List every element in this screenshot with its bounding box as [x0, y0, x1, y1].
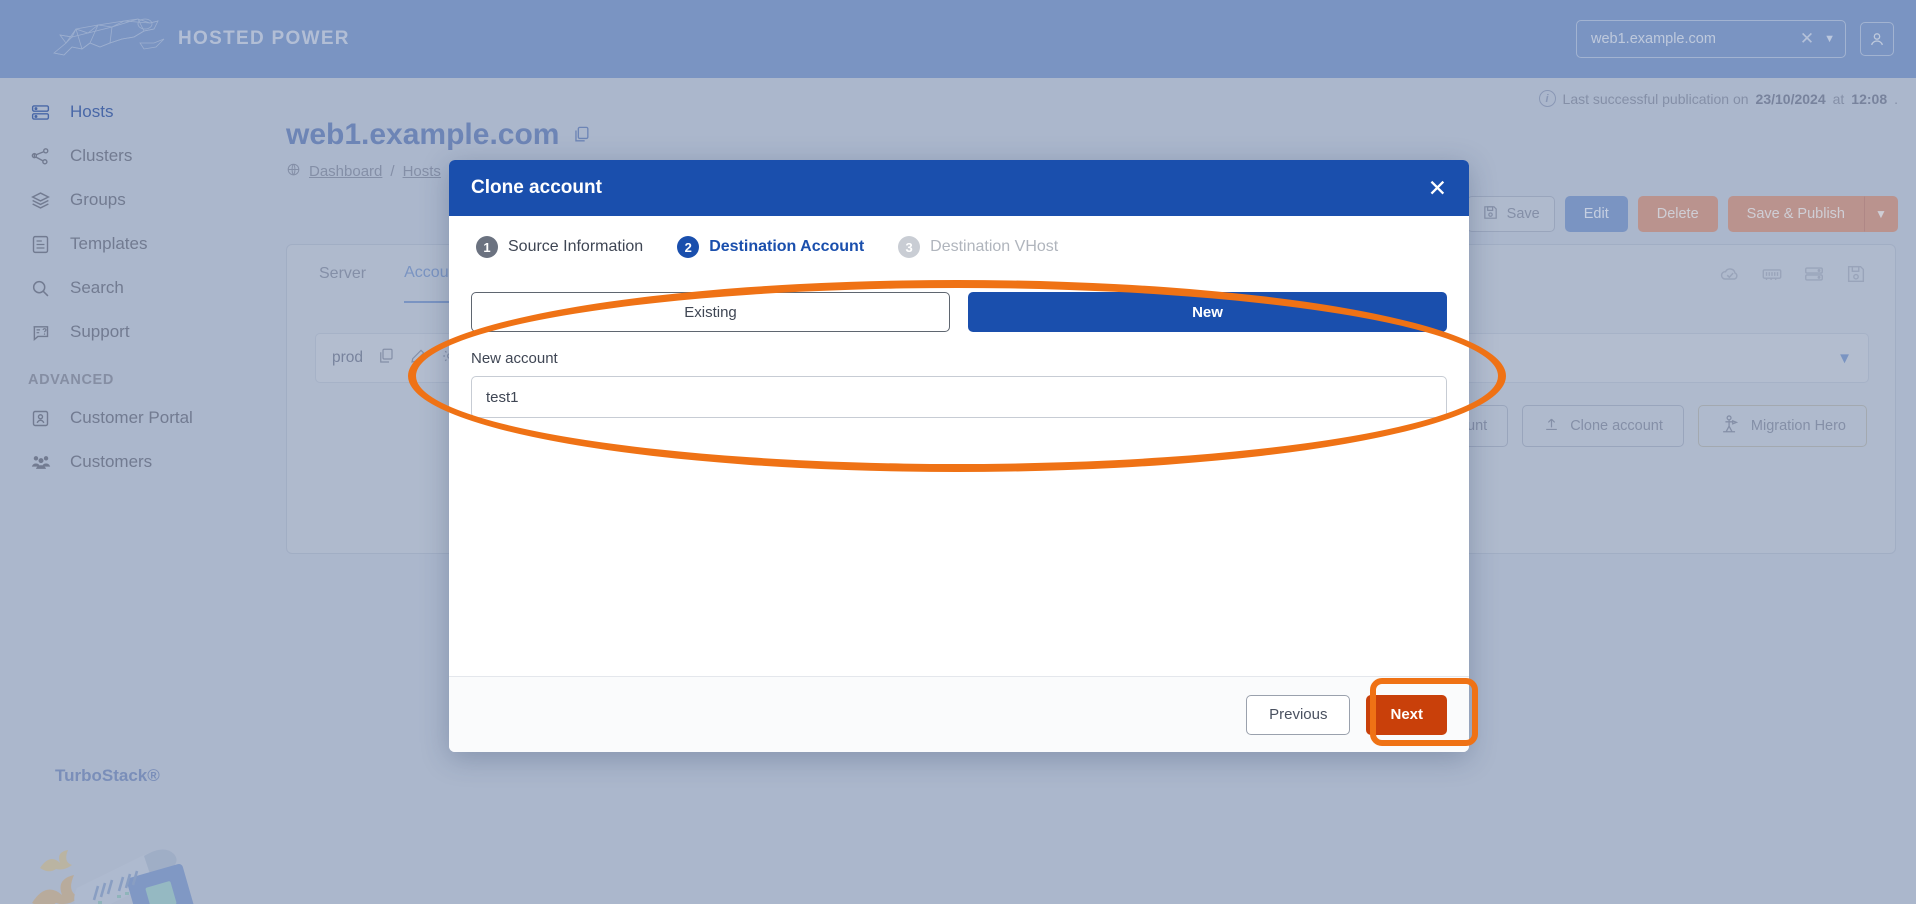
- step-label: Destination VHost: [930, 238, 1059, 255]
- toggle-new-button[interactable]: New: [968, 292, 1447, 332]
- step-source-information[interactable]: 1 Source Information: [476, 236, 643, 258]
- account-mode-toggle: Existing New: [471, 292, 1447, 332]
- step-label: Destination Account: [709, 238, 865, 255]
- step-number: 1: [476, 236, 498, 258]
- clone-account-modal: Clone account ✕ 1 Source Information 2 D…: [449, 160, 1469, 752]
- step-number: 2: [677, 236, 700, 258]
- previous-label: Previous: [1269, 706, 1328, 723]
- previous-button[interactable]: Previous: [1246, 694, 1351, 735]
- step-destination-account[interactable]: 2 Destination Account: [677, 236, 864, 258]
- app-root: HOSTED POWER web1.example.com ✕ ▼ Hosts …: [0, 0, 1916, 904]
- toggle-existing-label: Existing: [684, 303, 737, 321]
- close-icon[interactable]: ✕: [1428, 176, 1447, 200]
- modal-title: Clone account: [471, 177, 602, 198]
- next-label: Next: [1390, 706, 1423, 723]
- new-account-label: New account: [471, 350, 558, 367]
- modal-footer: Previous Next: [449, 676, 1469, 752]
- step-destination-vhost[interactable]: 3 Destination VHost: [898, 236, 1058, 258]
- new-account-input[interactable]: [471, 376, 1447, 418]
- step-number: 3: [898, 236, 921, 258]
- wizard-stepper: 1 Source Information 2 Destination Accou…: [471, 216, 1447, 278]
- toggle-new-label: New: [1192, 303, 1223, 321]
- toggle-existing-button[interactable]: Existing: [471, 292, 950, 332]
- modal-body: 1 Source Information 2 Destination Accou…: [449, 216, 1469, 676]
- step-label: Source Information: [508, 238, 644, 255]
- modal-header: Clone account ✕: [449, 160, 1469, 216]
- next-button[interactable]: Next: [1366, 694, 1447, 735]
